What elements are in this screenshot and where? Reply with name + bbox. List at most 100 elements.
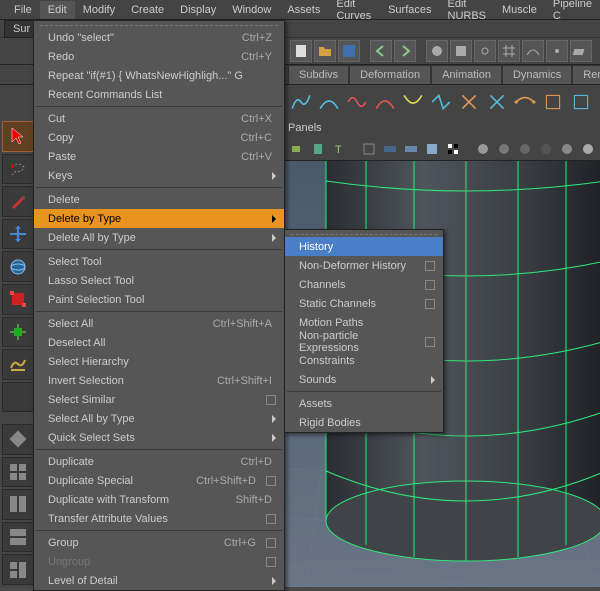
menu-item[interactable]: Repeat "if(#1) { WhatsNewHighligh..." G bbox=[34, 66, 284, 85]
rotate-tool[interactable] bbox=[2, 251, 34, 282]
snap-point-icon[interactable] bbox=[546, 40, 568, 62]
menu-item[interactable]: DuplicateCtrl+D bbox=[34, 452, 284, 471]
layout-two-stacked[interactable] bbox=[2, 522, 34, 553]
submenu-item[interactable]: Static Channels bbox=[285, 294, 443, 313]
undo-icon[interactable] bbox=[370, 40, 392, 62]
lasso-tool[interactable] bbox=[2, 154, 34, 185]
menu-edit-curves[interactable]: Edit Curves bbox=[328, 0, 380, 25]
menu-item[interactable]: Paint Selection Tool bbox=[34, 290, 284, 309]
curve-icon-9[interactable] bbox=[514, 91, 536, 113]
curve-icon-4[interactable] bbox=[374, 91, 396, 113]
menu-item[interactable]: Deselect All bbox=[34, 333, 284, 352]
menu-item[interactable]: Transfer Attribute Values bbox=[34, 509, 284, 528]
vp-grid-icon[interactable] bbox=[360, 140, 378, 158]
snap-icon[interactable] bbox=[474, 40, 496, 62]
vp-gate-mask-icon[interactable] bbox=[423, 140, 441, 158]
curve-icon-6[interactable] bbox=[430, 91, 452, 113]
shelf-tab-animation[interactable]: Animation bbox=[431, 65, 502, 84]
menu-modify[interactable]: Modify bbox=[75, 1, 123, 19]
layout-two-side[interactable] bbox=[2, 489, 34, 520]
vp-textured-icon[interactable] bbox=[537, 140, 555, 158]
scale-tool[interactable] bbox=[2, 284, 34, 315]
curve-icon-11[interactable] bbox=[570, 91, 592, 113]
menu-item[interactable]: Select All by Type bbox=[34, 409, 284, 428]
shelf-tab-dynamics[interactable]: Dynamics bbox=[502, 65, 572, 84]
vp-wireframe-icon[interactable] bbox=[474, 140, 492, 158]
menu-item[interactable]: Delete by Type bbox=[34, 209, 284, 228]
submenu-item[interactable]: Assets bbox=[285, 394, 443, 413]
curve-icon-8[interactable] bbox=[486, 91, 508, 113]
menu-display[interactable]: Display bbox=[172, 1, 224, 19]
submenu-item[interactable]: Rigid Bodies bbox=[285, 413, 443, 432]
layout-four[interactable] bbox=[2, 457, 34, 488]
curve-icon-5[interactable] bbox=[402, 91, 424, 113]
layout-single[interactable] bbox=[2, 424, 34, 455]
submenu-item[interactable]: Non-Deformer History bbox=[285, 256, 443, 275]
select-mask-icon-2[interactable] bbox=[450, 40, 472, 62]
vp-lights-icon[interactable] bbox=[558, 140, 576, 158]
vp-select-camera-icon[interactable] bbox=[288, 140, 306, 158]
curve-icon-1[interactable] bbox=[290, 91, 312, 113]
redo-icon[interactable] bbox=[394, 40, 416, 62]
soft-mod-tool[interactable] bbox=[2, 349, 34, 380]
vp-film-gate-icon[interactable] bbox=[381, 140, 399, 158]
menu-item[interactable]: Select Tool bbox=[34, 252, 284, 271]
vp-wire-shaded-icon[interactable] bbox=[516, 140, 534, 158]
submenu-item[interactable]: Sounds bbox=[285, 370, 443, 389]
menu-item[interactable]: Delete All by Type bbox=[34, 228, 284, 247]
open-scene-icon[interactable] bbox=[314, 40, 336, 62]
menu-window[interactable]: Window bbox=[224, 1, 279, 19]
menu-item[interactable]: Undo "select"Ctrl+Z bbox=[34, 28, 284, 47]
menu-file[interactable]: File bbox=[6, 1, 40, 19]
menu-edit[interactable]: Edit bbox=[40, 1, 75, 19]
last-tool[interactable] bbox=[2, 382, 34, 413]
menu-surfaces[interactable]: Surfaces bbox=[380, 1, 439, 19]
vp-shadows-icon[interactable] bbox=[579, 140, 597, 158]
menu-item[interactable]: Level of Detail bbox=[34, 571, 284, 590]
menu-assets[interactable]: Assets bbox=[279, 1, 328, 19]
menu-item[interactable]: GroupCtrl+G bbox=[34, 533, 284, 552]
menu-item[interactable]: RedoCtrl+Y bbox=[34, 47, 284, 66]
curve-icon-3[interactable] bbox=[346, 91, 368, 113]
menu-item[interactable]: Ungroup bbox=[34, 552, 284, 571]
menu-item[interactable]: Lasso Select Tool bbox=[34, 271, 284, 290]
menu-item[interactable]: PasteCtrl+V bbox=[34, 147, 284, 166]
menu-item[interactable]: Invert SelectionCtrl+Shift+I bbox=[34, 371, 284, 390]
vp-image-plane-icon[interactable]: T bbox=[330, 140, 348, 158]
select-mask-icon[interactable] bbox=[426, 40, 448, 62]
vp-res-gate-icon[interactable] bbox=[402, 140, 420, 158]
submenu-item[interactable]: Non-particle Expressions bbox=[285, 332, 443, 351]
save-scene-icon[interactable] bbox=[338, 40, 360, 62]
curve-icon-2[interactable] bbox=[318, 91, 340, 113]
menu-item[interactable]: Recent Commands List bbox=[34, 85, 284, 104]
shelf-tab-subdivs[interactable]: Subdivs bbox=[288, 65, 349, 84]
menu-item[interactable]: CutCtrl+X bbox=[34, 109, 284, 128]
snap-curve-icon[interactable] bbox=[522, 40, 544, 62]
submenu-item[interactable]: History bbox=[285, 237, 443, 256]
menu-create[interactable]: Create bbox=[123, 1, 172, 19]
move-tool[interactable] bbox=[2, 219, 34, 250]
shelf-tab-deformation[interactable]: Deformation bbox=[349, 65, 431, 84]
vp-smooth-icon[interactable] bbox=[495, 140, 513, 158]
select-tool[interactable] bbox=[2, 121, 34, 152]
menu-item[interactable]: Delete bbox=[34, 190, 284, 209]
submenu-item[interactable]: Channels bbox=[285, 275, 443, 294]
menu-item[interactable]: CopyCtrl+C bbox=[34, 128, 284, 147]
curve-icon-10[interactable] bbox=[542, 91, 564, 113]
curve-icon-7[interactable] bbox=[458, 91, 480, 113]
menu-item[interactable]: Select Similar bbox=[34, 390, 284, 409]
menu-item[interactable]: Select Hierarchy bbox=[34, 352, 284, 371]
submenu-item[interactable]: Constraints bbox=[285, 351, 443, 370]
menu-item[interactable]: Keys bbox=[34, 166, 284, 185]
menu-item[interactable]: Duplicate SpecialCtrl+Shift+D bbox=[34, 471, 284, 490]
viewport-menu-panels[interactable]: Panels bbox=[288, 122, 322, 134]
shelf-tab-rendering[interactable]: Ren bbox=[572, 65, 600, 84]
menu-pipeline[interactable]: Pipeline C bbox=[545, 0, 600, 25]
vp-bookmark-icon[interactable] bbox=[309, 140, 327, 158]
paint-select-tool[interactable] bbox=[2, 186, 34, 217]
menu-item[interactable]: Duplicate with TransformShift+D bbox=[34, 490, 284, 509]
new-scene-icon[interactable] bbox=[290, 40, 312, 62]
menu-item[interactable]: Quick Select Sets bbox=[34, 428, 284, 447]
menu-item[interactable]: Select AllCtrl+Shift+A bbox=[34, 314, 284, 333]
menu-muscle[interactable]: Muscle bbox=[494, 1, 545, 19]
